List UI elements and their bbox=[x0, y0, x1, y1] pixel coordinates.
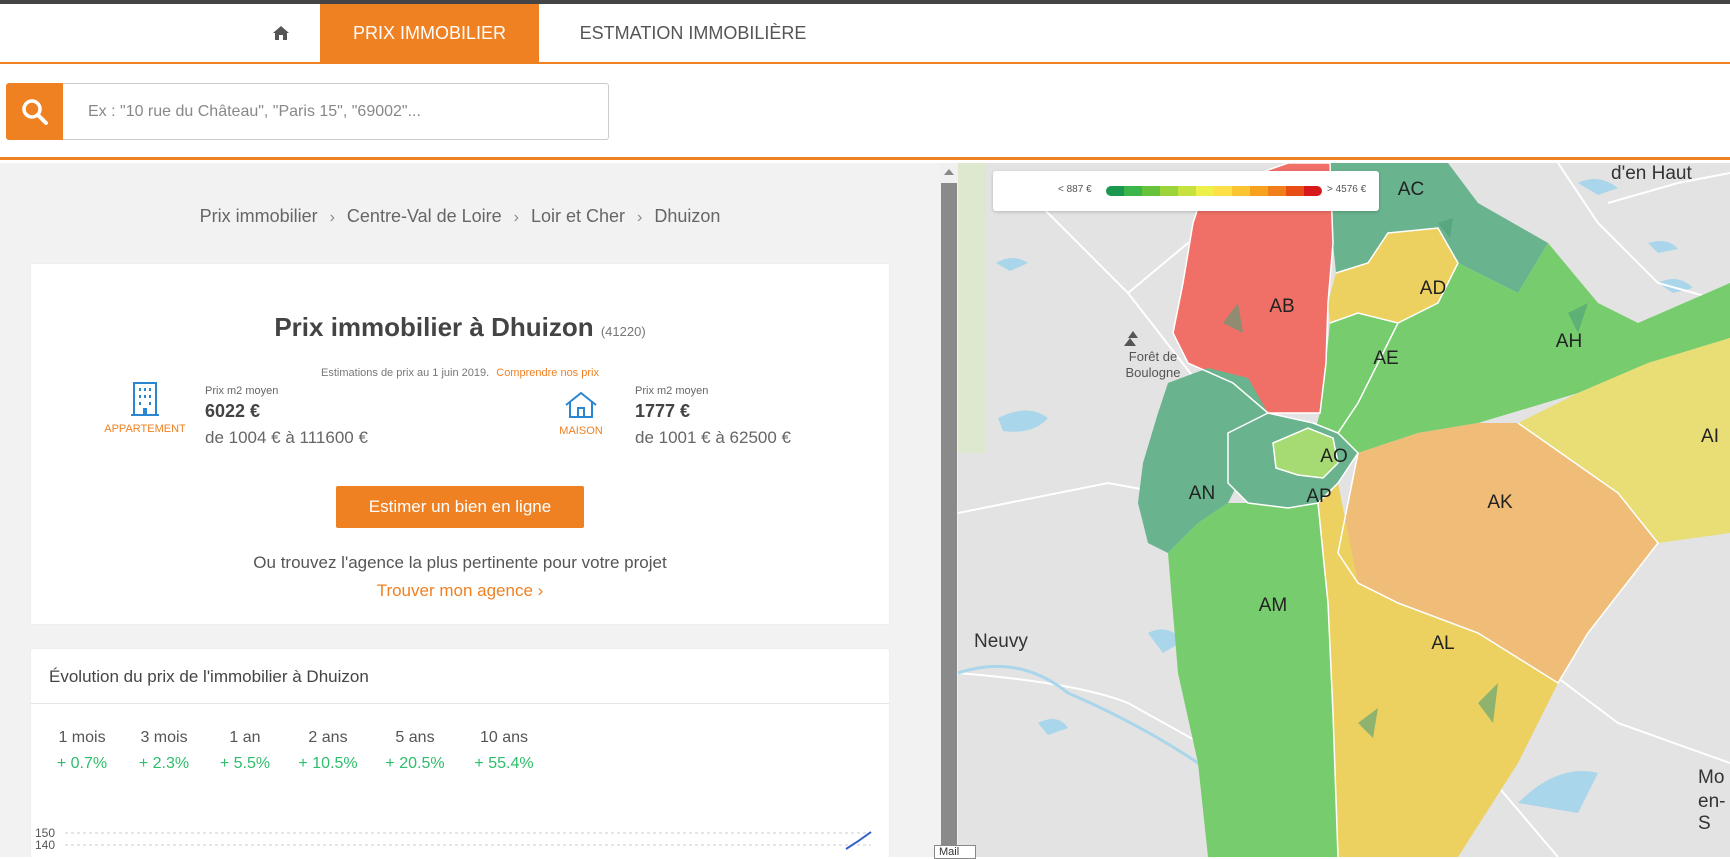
evolution-2-ans: 2 ans + 10.5% bbox=[286, 729, 370, 773]
evolution-3-mois: 3 mois + 2.3% bbox=[127, 729, 201, 773]
postal-code: (41220) bbox=[600, 324, 646, 339]
period-value: + 20.5% bbox=[385, 755, 445, 772]
maison-type: MAISON bbox=[551, 391, 611, 437]
period-label: 1 an bbox=[229, 729, 261, 746]
title-text: Prix immobilier à Dhuizon bbox=[274, 312, 594, 342]
appartement-type: APPARTEMENT bbox=[101, 381, 189, 435]
breadcrumb-prix-immobilier[interactable]: Prix immobilier bbox=[200, 206, 318, 226]
breadcrumb-dhuizon: Dhuizon bbox=[654, 206, 721, 226]
tab-estimation-immobiliere[interactable]: ESTMATION IMMOBILIÈRE bbox=[555, 4, 831, 62]
estimation-date-text: Estimations de prix au 1 juin 2019. bbox=[321, 367, 490, 379]
appartement-price: 6022 € bbox=[205, 401, 261, 421]
legend-max: > 4576 € bbox=[1327, 184, 1367, 195]
breadcrumb: Prix immobilier › Centre-Val de Loire › Loir… bbox=[0, 206, 920, 227]
zone-label-ac[interactable]: AC bbox=[1398, 179, 1424, 201]
period-label: 1 mois bbox=[58, 729, 106, 746]
scroll-up-icon[interactable] bbox=[944, 169, 954, 175]
left-panel: Prix immobilier › Centre-Val de Loire › Loir… bbox=[0, 163, 940, 857]
house-icon bbox=[565, 391, 597, 418]
price-history-chart: 150 140 bbox=[35, 826, 872, 852]
find-agency-link[interactable]: Trouver mon agence › bbox=[31, 581, 889, 601]
chevron-right-icon: › bbox=[637, 209, 643, 226]
zone-label-ai[interactable]: AI bbox=[1701, 426, 1719, 448]
appartement-label: APPARTEMENT bbox=[104, 423, 186, 435]
place-label: Mo bbox=[1698, 767, 1725, 788]
zone-label-ae[interactable]: AE bbox=[1373, 348, 1398, 370]
maison-label: MAISON bbox=[559, 425, 603, 437]
breadcrumb-centre-val-de-loire[interactable]: Centre-Val de Loire bbox=[347, 206, 502, 226]
zone-label-al[interactable]: AL bbox=[1431, 633, 1454, 655]
price-map[interactable]: < 887 € > 4576 € AC AB AD AE AH AI AO AN… bbox=[958, 163, 1730, 857]
period-value: + 55.4% bbox=[474, 755, 534, 772]
evolution-10-ans: 10 ans + 55.4% bbox=[462, 729, 546, 773]
home-icon bbox=[273, 26, 289, 40]
search-icon bbox=[21, 98, 48, 125]
period-label: 5 ans bbox=[395, 729, 435, 746]
price-summary-card: Prix immobilier à Dhuizon (41220) Estima… bbox=[31, 264, 889, 624]
period-value: + 0.7% bbox=[56, 755, 108, 772]
zone-label-am[interactable]: AM bbox=[1259, 595, 1288, 617]
map-canvas[interactable] bbox=[958, 163, 1730, 857]
y-tick-label: 140 bbox=[35, 838, 55, 852]
zone-label-ap[interactable]: AP bbox=[1306, 486, 1331, 508]
period-label: 3 mois bbox=[140, 729, 188, 746]
maison-range: de 1001 € à 62500 € bbox=[635, 428, 791, 447]
search-input[interactable] bbox=[63, 83, 609, 140]
comprendre-prix-link[interactable]: Comprendre nos prix bbox=[496, 367, 599, 379]
page-title: Prix immobilier à Dhuizon (41220) bbox=[31, 312, 889, 343]
place-label-neuvy: Neuvy bbox=[974, 631, 1028, 652]
zone-label-an[interactable]: AN bbox=[1189, 483, 1215, 505]
zone-label-ao[interactable]: AO bbox=[1320, 446, 1347, 468]
price-line bbox=[845, 831, 872, 850]
maison-price-label: Prix m2 moyen bbox=[635, 385, 709, 397]
zone-label-ab[interactable]: AB bbox=[1269, 296, 1294, 318]
chevron-right-icon: › bbox=[329, 209, 335, 226]
home-button[interactable] bbox=[256, 4, 306, 62]
period-value: + 5.5% bbox=[219, 755, 271, 772]
evolution-5-ans: 5 ans + 20.5% bbox=[373, 729, 457, 773]
place-label: d'en Haut bbox=[1611, 163, 1692, 184]
evolution-title: Évolution du prix de l'immobilier à Dhui… bbox=[49, 667, 369, 686]
evolution-1-mois: 1 mois + 0.7% bbox=[45, 729, 119, 773]
period-label: 2 ans bbox=[308, 729, 348, 746]
divider bbox=[31, 703, 889, 704]
agency-text: Ou trouvez l'agence la plus pertinente p… bbox=[253, 553, 667, 572]
legend-color-scale bbox=[1106, 186, 1322, 196]
zone-label-ak[interactable]: AK bbox=[1487, 492, 1512, 514]
estimation-note: Estimations de prix au 1 juin 2019. Comp… bbox=[31, 367, 889, 379]
legend-min: < 887 € bbox=[1058, 184, 1092, 195]
scrollbar-thumb[interactable] bbox=[941, 183, 957, 857]
estimate-button[interactable]: Estimer un bien en ligne bbox=[336, 486, 584, 528]
building-icon bbox=[131, 382, 159, 416]
zone-label-ad[interactable]: AD bbox=[1420, 278, 1446, 300]
breadcrumb-loir-et-cher[interactable]: Loir et Cher bbox=[531, 206, 625, 226]
appartement-price-label: Prix m2 moyen bbox=[205, 385, 279, 397]
search-button[interactable] bbox=[6, 83, 63, 140]
period-value: + 10.5% bbox=[298, 755, 358, 772]
top-navigation: PRIX IMMOBILIER ESTMATION IMMOBILIÈRE bbox=[0, 4, 1730, 64]
zone-label-ah[interactable]: AH bbox=[1556, 331, 1582, 353]
tab-prix-immobilier[interactable]: PRIX IMMOBILIER bbox=[320, 4, 539, 62]
price-legend: < 887 € > 4576 € bbox=[993, 171, 1379, 211]
maison-price: 1777 € bbox=[635, 401, 691, 421]
price-evolution-card: Évolution du prix de l'immobilier à Dhui… bbox=[31, 649, 889, 857]
period-value: + 2.3% bbox=[138, 755, 190, 772]
place-label: en-S bbox=[1698, 791, 1726, 834]
scrollbar[interactable] bbox=[940, 163, 958, 857]
chevron-right-icon: › bbox=[513, 209, 519, 226]
appartement-range: de 1004 € à 111600 € bbox=[205, 428, 368, 447]
period-label: 10 ans bbox=[479, 729, 529, 746]
forest-label: Forêt de Boulogne bbox=[1125, 349, 1181, 380]
evolution-1-an: 1 an + 5.5% bbox=[208, 729, 282, 773]
search-bar bbox=[0, 64, 1730, 160]
